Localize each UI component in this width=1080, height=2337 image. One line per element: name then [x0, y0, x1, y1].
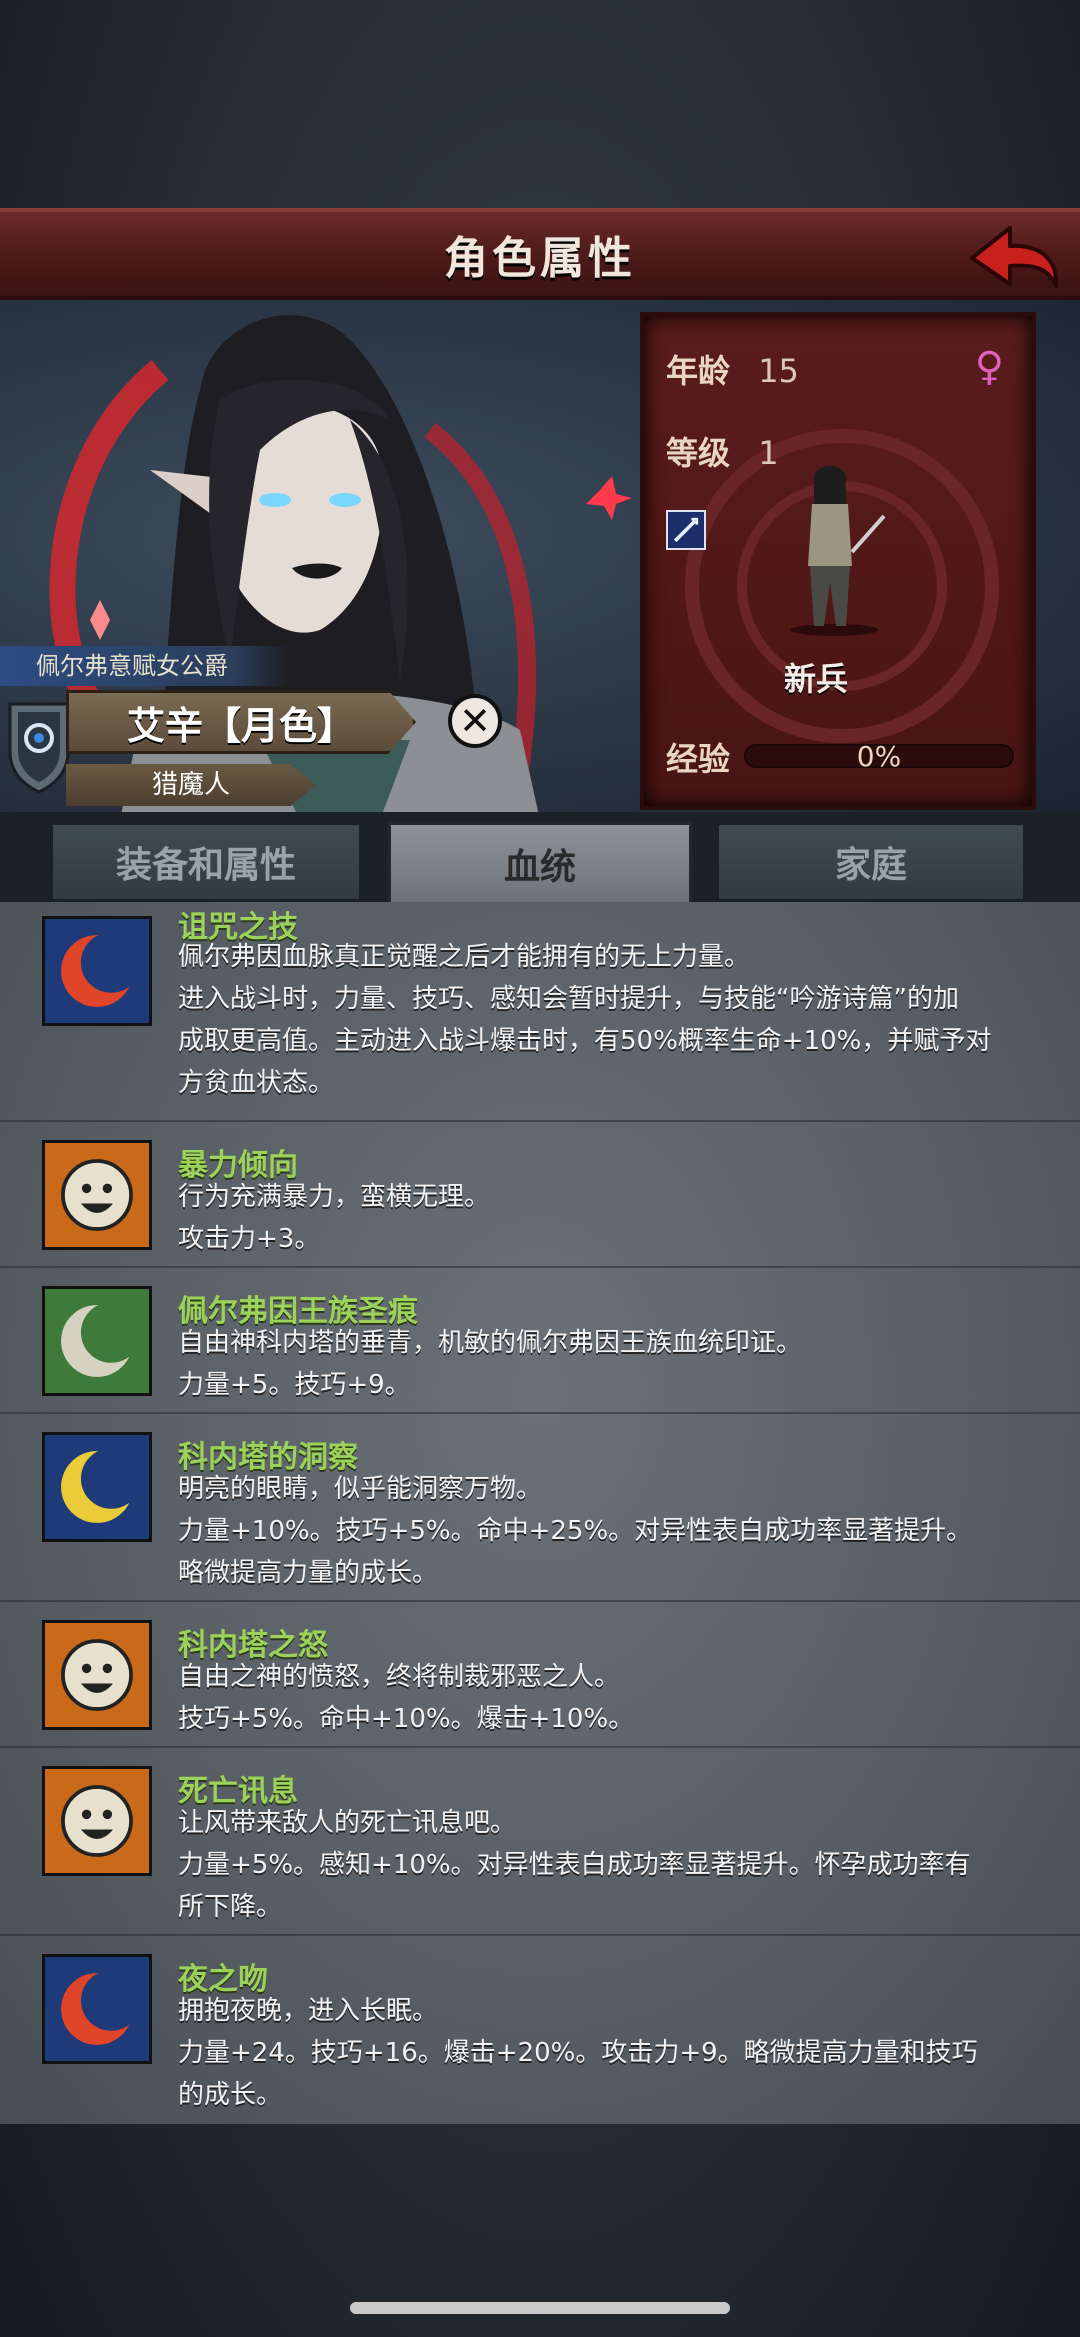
tab-label: 家庭 [834, 845, 907, 886]
list-item[interactable]: 夜之吻 拥抱夜晚，进入长眠。 力量+24。技巧+16。爆击+20%。攻击力+9。略… [0, 1936, 1080, 2124]
white-crescent-icon [42, 1286, 152, 1396]
stat-panel: 年龄 15 ♀ 等级 1 新兵 经验 0% [640, 312, 1036, 810]
trait-description: 让风带来敌人的死亡讯息吧。 力量+5%。感知+10%。对异性表白成功率显著提升。怀… [178, 1808, 971, 1922]
list-item[interactable]: 诅咒之技 佩尔弗因血脉真正觉醒之后才能拥有的无上力量。 进入战斗时，力量、技巧、感… [0, 902, 1080, 1122]
close-icon[interactable]: ✕ [448, 694, 502, 748]
back-arrow-icon[interactable] [964, 220, 1064, 296]
trait-description: 明亮的眼睛，似乎能洞察万物。 力量+10%。技巧+5%。命中+25%。对异性表白成… [178, 1474, 973, 1588]
trait-list[interactable]: 诅咒之技 佩尔弗因血脉真正觉醒之后才能拥有的无上力量。 进入战斗时，力量、技巧、感… [0, 902, 1080, 2124]
header-bar: 角色属性 [0, 208, 1080, 300]
exp-percent: 0% [856, 740, 902, 773]
character-name: 艾辛【月色】 [126, 703, 355, 748]
race-label: 猎魔人 [151, 770, 230, 800]
home-indicator[interactable] [350, 2302, 730, 2314]
female-icon: ♀ [974, 344, 1004, 390]
age-value: 15 [758, 352, 799, 390]
trait-description: 拥抱夜晚，进入长眠。 力量+24。技巧+16。爆击+20%。攻击力+9。略微提高力… [178, 1996, 978, 2110]
list-item[interactable]: 死亡讯息 让风带来敌人的死亡讯息吧。 力量+5%。感知+10%。对异性表白成功率显… [0, 1748, 1080, 1936]
age-label: 年龄 [666, 352, 731, 390]
trait-description: 自由之神的愤怒，终将制裁邪恶之人。 技巧+5%。命中+10%。爆击+10%。 [178, 1662, 635, 1734]
list-item[interactable]: 科内塔之怒 自由之神的愤怒，终将制裁邪恶之人。 技巧+5%。命中+10%。爆击+1… [0, 1602, 1080, 1748]
tab-bar: 装备和属性 血统 家庭 [0, 812, 1080, 902]
trait-description: 自由神科内塔的垂青，机敏的佩尔弗因王族血统印证。 力量+5。技巧+9。 [178, 1328, 803, 1400]
orange-smile-icon [42, 1766, 152, 1876]
exp-label: 经验 [666, 740, 731, 778]
level-row: 等级 1 [666, 428, 779, 474]
age-row: 年龄 15 [666, 346, 799, 392]
race-plate: 猎魔人 [66, 764, 316, 806]
orange-smile-icon [42, 1620, 152, 1730]
shield-icon [8, 702, 70, 794]
screen: { "header": {"title": "角色属性"}, "characte… [0, 0, 1080, 2337]
exp-progress-bar: 0% [744, 740, 1014, 773]
trait-description: 行为充满暴力，蛮横无理。 攻击力+3。 [178, 1182, 491, 1254]
tab-equipment[interactable]: 装备和属性 [50, 822, 362, 902]
gold-crescent-icon [42, 1432, 152, 1542]
page-title: 角色属性 [444, 233, 636, 284]
tab-family[interactable]: 家庭 [716, 822, 1026, 902]
list-item[interactable]: 科内塔的洞察 明亮的眼睛，似乎能洞察万物。 力量+10%。技巧+5%。命中+25%… [0, 1414, 1080, 1602]
tab-label: 装备和属性 [115, 845, 296, 886]
class-label: 新兵 [784, 660, 849, 698]
noble-title-tag: 佩尔弗意赋女公爵 [0, 646, 290, 686]
noble-title: 佩尔弗意赋女公爵 [36, 652, 228, 680]
tab-label: 血统 [503, 846, 576, 888]
orange-smile-icon [42, 1140, 152, 1250]
level-label: 等级 [666, 434, 731, 472]
sword-icon[interactable] [666, 510, 706, 550]
tab-bloodline[interactable]: 血统 [388, 822, 692, 902]
character-sprite[interactable] [774, 456, 894, 636]
red-crescent-icon [42, 1954, 152, 2064]
exp-row: 经验 [666, 734, 748, 780]
name-plate: 艾辛【月色】 [66, 690, 416, 754]
list-item[interactable]: 佩尔弗因王族圣痕 自由神科内塔的垂青，机敏的佩尔弗因王族血统印证。 力量+5。技巧… [0, 1268, 1080, 1414]
red-crescent-icon [42, 916, 152, 1026]
trait-description: 佩尔弗因血脉真正觉醒之后才能拥有的无上力量。 进入战斗时，力量、技巧、感知会暂时提… [178, 942, 992, 1098]
list-item[interactable]: 暴力倾向 行为充满暴力，蛮横无理。 攻击力+3。 [0, 1122, 1080, 1268]
